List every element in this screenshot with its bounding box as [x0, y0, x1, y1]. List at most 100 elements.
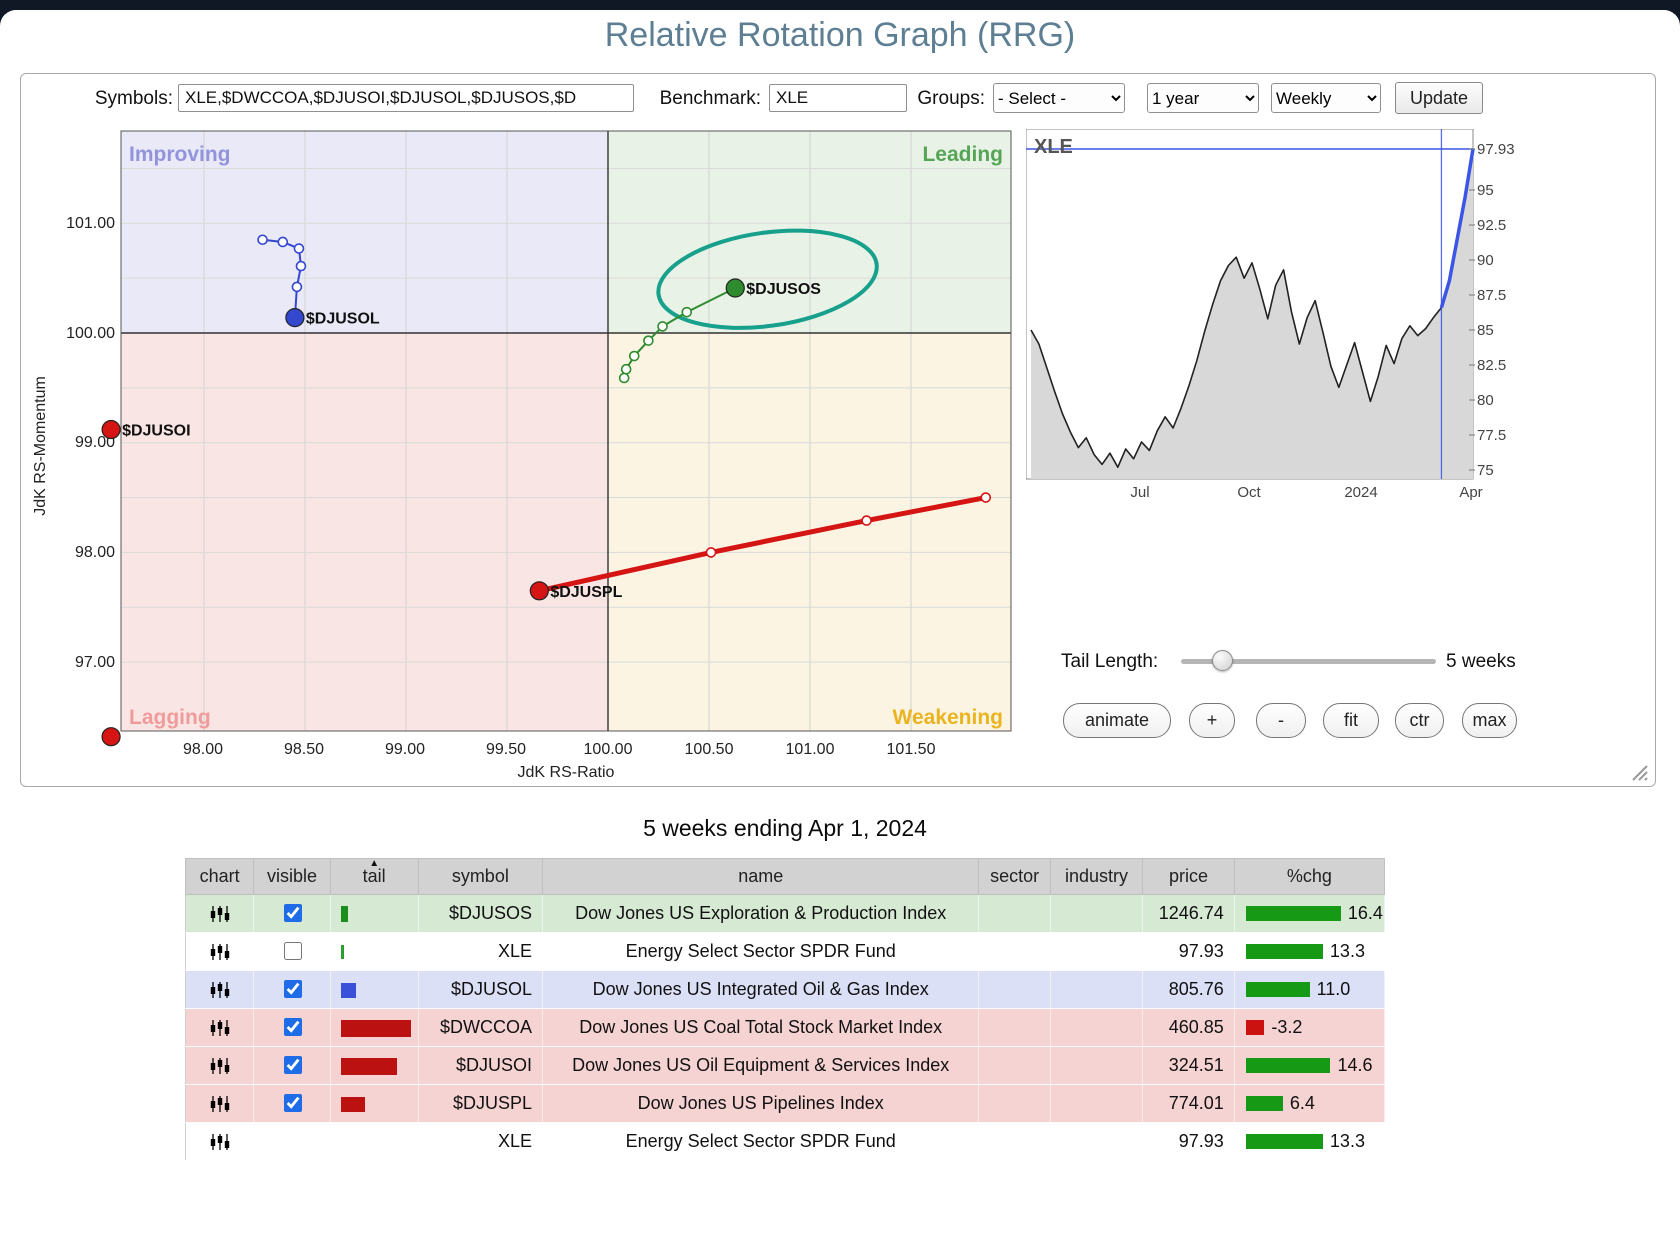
tail-cell [330, 971, 418, 1009]
pct-chg-bar [1246, 944, 1323, 959]
candlestick-chart-icon[interactable] [209, 982, 231, 998]
center-button[interactable]: ctr [1395, 703, 1444, 738]
zoom-out-button[interactable]: - [1256, 703, 1306, 738]
benchmark-label: Benchmark: [651, 84, 761, 114]
svg-text:95: 95 [1477, 182, 1494, 199]
pct-chg-cell: 14.6 [1234, 1047, 1384, 1085]
period-caption: 5 weeks ending Apr 1, 2024 [0, 815, 1570, 842]
header-sector[interactable]: sector [979, 859, 1051, 895]
table-row: $DJUSPL Dow Jones US Pipelines Index 774… [186, 1085, 1385, 1123]
visible-checkbox[interactable] [284, 904, 302, 922]
header-industry[interactable]: industry [1050, 859, 1142, 895]
tail-length-slider[interactable] [1181, 659, 1436, 664]
svg-text:101.50: 101.50 [887, 741, 936, 758]
tail-swatch [341, 906, 348, 922]
name-cell: Dow Jones US Pipelines Index [543, 1085, 979, 1123]
svg-text:100.00: 100.00 [66, 325, 115, 342]
visible-checkbox[interactable] [284, 1056, 302, 1074]
header-price[interactable]: price [1143, 859, 1235, 895]
groups-select[interactable]: - Select - [993, 83, 1125, 113]
quadrant-leading-label: Leading [922, 143, 1003, 166]
tail-length-slider-thumb[interactable] [1212, 650, 1233, 671]
animate-button[interactable]: animate [1063, 703, 1171, 738]
visible-cell [254, 1123, 330, 1161]
quadrant-weakening-label: Weakening [893, 706, 1003, 729]
candlestick-chart-icon[interactable] [209, 1096, 231, 1112]
symbol-cell: $DJUSOL [418, 971, 542, 1009]
industry-cell [1050, 933, 1142, 971]
header-tail[interactable]: ▲tail [330, 859, 418, 895]
groups-label: Groups: [913, 84, 985, 114]
svg-text:$DJUSOI: $DJUSOI [122, 423, 190, 440]
symbols-input[interactable] [178, 84, 634, 112]
price-cell: 97.93 [1143, 933, 1235, 971]
name-cell: Energy Select Sector SPDR Fund [543, 1123, 979, 1161]
svg-text:92.5: 92.5 [1477, 217, 1506, 234]
visible-checkbox[interactable] [284, 1094, 302, 1112]
symbol-cell: $DWCCOA [418, 1009, 542, 1047]
header-symbol[interactable]: symbol [418, 859, 542, 895]
pct-chg-value: -3.2 [1271, 1017, 1302, 1038]
symbols-table-wrapper: chart visible ▲tail symbol name sector i… [0, 858, 1570, 1161]
frequency-select[interactable]: Weekly [1271, 83, 1381, 113]
visible-checkbox[interactable] [284, 980, 302, 998]
pct-chg-cell: -3.2 [1234, 1009, 1384, 1047]
svg-text:90: 90 [1477, 252, 1494, 269]
industry-cell [1050, 895, 1142, 933]
header-visible[interactable]: visible [254, 859, 330, 895]
sector-cell [979, 933, 1051, 971]
zoom-in-button[interactable]: + [1189, 703, 1235, 738]
visible-checkbox[interactable] [284, 942, 302, 960]
svg-text:97.93: 97.93 [1477, 141, 1515, 158]
table-row: XLE Energy Select Sector SPDR Fund 97.93… [186, 933, 1385, 971]
pct-chg-value: 11.0 [1317, 979, 1351, 1000]
pct-chg-bar [1246, 1020, 1265, 1035]
pct-chg-cell: 11.0 [1234, 971, 1384, 1009]
visible-checkbox[interactable] [284, 1018, 302, 1036]
header-name[interactable]: name [543, 859, 979, 895]
table-row: $DWCCOA Dow Jones US Coal Total Stock Ma… [186, 1009, 1385, 1047]
sector-cell [979, 1047, 1051, 1085]
table-row: XLE Energy Select Sector SPDR Fund 97.93… [186, 1123, 1385, 1161]
content-card: Relative Rotation Graph (RRG) Symbols: B… [0, 10, 1680, 1246]
fit-button[interactable]: fit [1323, 703, 1379, 738]
sector-cell [979, 895, 1051, 933]
benchmark-price-chart[interactable]: XLE 97.939592.59087.58582.58077.575 JulO… [1026, 129, 1531, 507]
update-button[interactable]: Update [1395, 82, 1483, 114]
svg-text:Oct: Oct [1237, 484, 1261, 501]
candlestick-chart-icon[interactable] [209, 906, 231, 922]
candlestick-chart-icon[interactable] [209, 1134, 231, 1150]
max-button[interactable]: max [1462, 703, 1517, 738]
tail-swatch [341, 945, 344, 959]
svg-text:99.50: 99.50 [486, 741, 526, 758]
candlestick-chart-icon[interactable] [209, 1020, 231, 1036]
resize-grip-icon[interactable] [1625, 758, 1649, 782]
candlestick-chart-icon[interactable] [209, 944, 231, 960]
price-cell: 805.76 [1143, 971, 1235, 1009]
symbol-cell: $DJUSPL [418, 1085, 542, 1123]
candlestick-chart-icon[interactable] [209, 1058, 231, 1074]
svg-text:100.50: 100.50 [685, 741, 734, 758]
visible-cell [254, 1047, 330, 1085]
price-cell: 97.93 [1143, 1123, 1235, 1161]
chart-cell [186, 1009, 254, 1047]
price-cell: 460.85 [1143, 1009, 1235, 1047]
svg-text:87.5: 87.5 [1477, 287, 1506, 304]
svg-text:$DJUSOS: $DJUSOS [746, 281, 821, 298]
header-pct-chg[interactable]: %chg [1234, 859, 1384, 895]
benchmark-input[interactable] [769, 84, 907, 112]
industry-cell [1050, 1047, 1142, 1085]
tail-cell [330, 1085, 418, 1123]
tail-swatch [341, 983, 356, 998]
sort-ascending-icon: ▲ [369, 859, 379, 869]
period-select[interactable]: 1 year [1147, 83, 1259, 113]
sector-cell [979, 1085, 1051, 1123]
chart-cell [186, 1085, 254, 1123]
name-cell: Energy Select Sector SPDR Fund [543, 933, 979, 971]
table-row: $DJUSOS Dow Jones US Exploration & Produ… [186, 895, 1385, 933]
svg-text:75: 75 [1477, 462, 1494, 479]
rrg-chart[interactable]: Improving Leading Lagging Weakening 98.0… [31, 126, 1021, 786]
symbol-cell: XLE [418, 1123, 542, 1161]
header-chart[interactable]: chart [186, 859, 254, 895]
svg-text:98.00: 98.00 [75, 544, 115, 561]
